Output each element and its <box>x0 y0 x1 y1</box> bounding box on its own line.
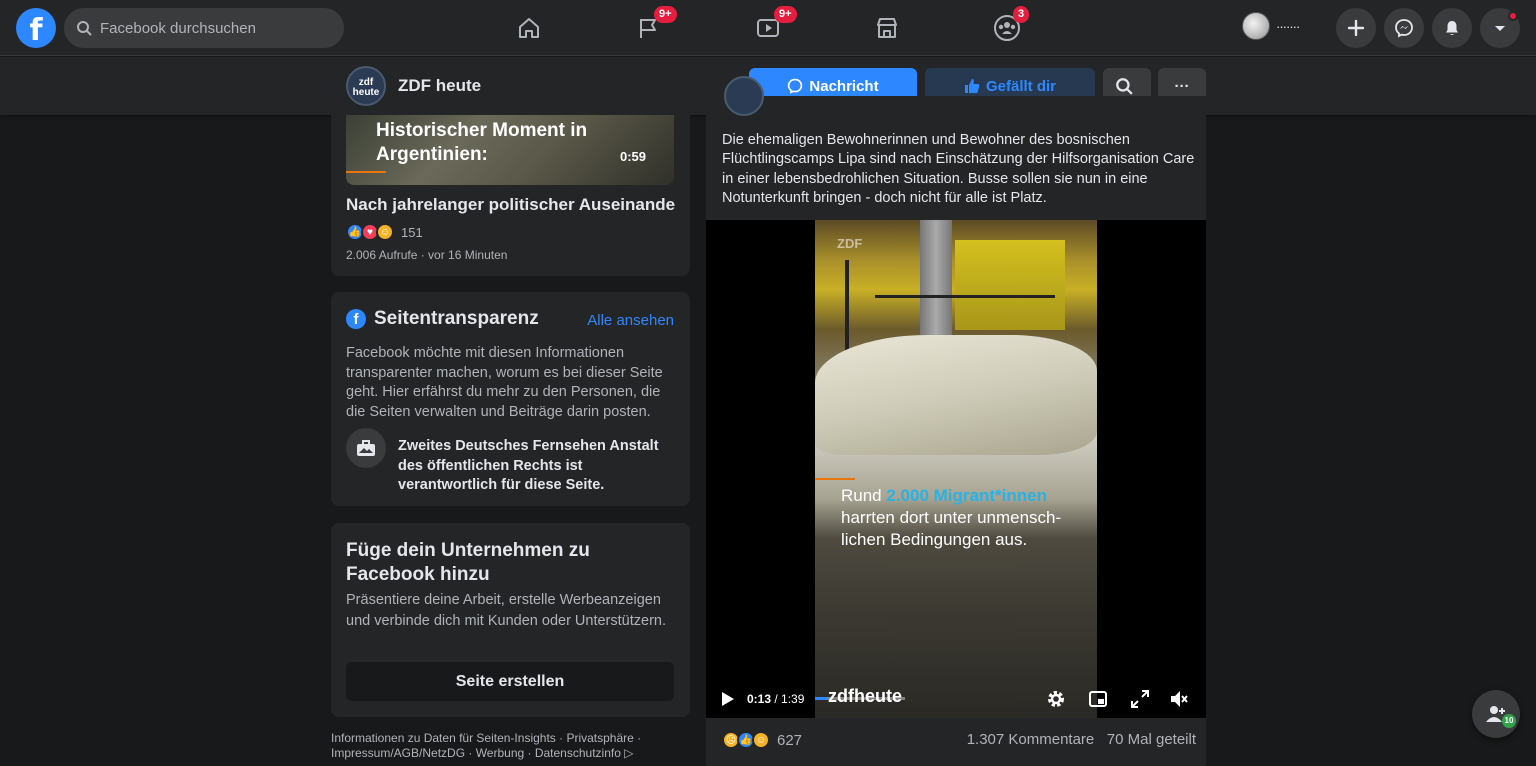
chevron-down-icon <box>1495 26 1505 31</box>
liked-button-label: Gefällt dir <box>985 77 1056 95</box>
thumbnail-title: Historischer Moment in Argentinien: <box>376 120 588 165</box>
video-duration: 0:59 <box>619 149 646 164</box>
create-page-title: Füge dein Unternehmen zu Facebook hinzu <box>346 540 590 585</box>
caption-text-1: Rund <box>841 486 887 505</box>
see-all-link[interactable]: Alle ansehen <box>587 312 674 329</box>
video-controls: 0:13 / 1:39 zdfheute <box>706 686 1206 710</box>
create-page-button[interactable]: Seite erstellen <box>346 662 674 701</box>
search-icon <box>1116 78 1133 95</box>
new-message-button[interactable]: 10 <box>1472 690 1520 738</box>
video-time: 0:13 / 1:39 <box>747 692 804 706</box>
video-scene-tarp <box>815 335 1097 455</box>
nav-pages[interactable]: 9+ <box>628 6 677 48</box>
bell-icon <box>1446 21 1458 35</box>
caption-accent-bar <box>815 478 855 480</box>
briefcase-icon <box>346 428 386 468</box>
post-footer: ☹ 👍 ☺ 627 1.307 Kommentare 70 Mal geteil… <box>722 731 1196 749</box>
plus-icon <box>1347 19 1365 37</box>
mini-player-button[interactable] <box>1087 688 1109 710</box>
avatar <box>1242 12 1270 40</box>
nav-groups[interactable]: 3 <box>987 6 1030 48</box>
shares-link[interactable]: 70 Mal geteilt <box>1107 731 1196 748</box>
video-scene-container <box>955 240 1065 330</box>
post-engagement: 1.307 Kommentare 70 Mal geteilt <box>967 731 1196 748</box>
play-button[interactable] <box>716 688 738 710</box>
create-page-description: Präsentiere deine Arbeit, erstelle Werbe… <box>346 592 666 629</box>
post: Die ehemaligen Bewohnerinnen und Bewohne… <box>706 76 1206 766</box>
messenger-button[interactable] <box>1384 8 1424 48</box>
facebook-logo-icon[interactable]: f <box>16 8 56 48</box>
picture-in-picture-icon <box>1089 691 1107 707</box>
settings-button[interactable] <box>1045 688 1067 710</box>
profile-name: ······· <box>1276 18 1300 34</box>
video-thumbnail[interactable]: Historischer Moment in Argentinien: 0:59 <box>346 115 674 185</box>
store-icon <box>877 18 897 38</box>
gear-icon <box>1048 691 1064 707</box>
notifications-button[interactable] <box>1432 8 1472 48</box>
play-icon <box>722 692 734 706</box>
post-author-avatar[interactable] <box>724 76 764 116</box>
search-input[interactable] <box>100 19 320 37</box>
create-page-card: Füge dein Unternehmen zu Facebook hinzu … <box>331 523 690 717</box>
nav-watch[interactable]: 9+ <box>748 6 797 48</box>
video-progress-fill <box>815 697 827 700</box>
message-button-label: Nachricht <box>809 77 879 95</box>
account-notification-dot <box>1508 11 1518 21</box>
thumbnail-accent-bar <box>346 171 386 173</box>
create-button[interactable] <box>1336 8 1376 48</box>
pages-badge: 9+ <box>654 6 677 23</box>
time-current: 0:13 <box>747 692 772 706</box>
messenger-icon <box>1395 19 1413 38</box>
top-navigation-bar: f 9+ 9+ 3 ······· <box>0 0 1536 56</box>
groups-badge: 3 <box>1013 6 1030 23</box>
search-box[interactable] <box>64 8 344 48</box>
transparency-title: Seitentransparenz <box>374 308 539 329</box>
fullscreen-button[interactable] <box>1129 688 1151 710</box>
more-icon: ··· <box>1174 77 1190 95</box>
facebook-icon: f <box>346 309 366 329</box>
zdf-watermark: ZDF <box>837 236 863 251</box>
fullscreen-icon <box>1131 690 1149 708</box>
video-frame: ZDF Rund 2.000 Migrant*innen harrten dor… <box>815 220 1097 718</box>
video-player[interactable]: ZDF Rund 2.000 Migrant*innen harrten dor… <box>706 220 1206 718</box>
video-card[interactable]: Historischer Moment in Argentinien: 0:59… <box>331 115 690 276</box>
caption-text-2: harrten dort unter unmensch-lichen Bedin… <box>841 508 1062 549</box>
search-icon <box>77 21 92 36</box>
home-icon <box>519 18 539 38</box>
reaction-count: 151 <box>401 224 423 240</box>
profile-link[interactable]: ······· <box>1242 12 1300 40</box>
watch-badge: 9+ <box>774 6 797 23</box>
care-reaction-icon: ☺ <box>376 223 394 241</box>
video-meta: 2.006 Aufrufe · vor 16 Minuten <box>346 248 508 262</box>
video-reactions[interactable]: 👍 ♥ ☺ 151 <box>346 223 423 241</box>
caption-highlight: 2.000 Migrant*innen <box>886 486 1047 505</box>
page-avatar[interactable]: zdf heute <box>346 66 386 106</box>
thumbs-up-icon <box>964 79 980 93</box>
responsible-organization: Zweites Deutsches Fernsehen Anstalt des … <box>398 438 659 493</box>
mute-button[interactable] <box>1168 688 1190 710</box>
nav-home[interactable] <box>509 8 549 48</box>
video-scene-bedframe-bar <box>875 295 1055 298</box>
nav-marketplace[interactable] <box>867 8 907 48</box>
video-title[interactable]: Nach jahrelanger politischer Auseinande.… <box>346 195 676 215</box>
post-text: Die ehemaligen Bewohnerinnen und Bewohne… <box>722 132 1195 206</box>
zdfheute-brand: zdfheute <box>828 686 902 706</box>
time-total: / 1:39 <box>774 692 805 706</box>
post-reaction-count[interactable]: 627 <box>777 732 802 749</box>
video-caption: Rund 2.000 Migrant*innen harrten dort un… <box>841 485 1091 551</box>
footer-links[interactable]: Informationen zu Daten für Seiten-Insigh… <box>331 731 690 761</box>
care-reaction-icon: ☺ <box>752 731 770 749</box>
page-transparency-card: f Seitentransparenz Alle ansehen Faceboo… <box>331 292 690 506</box>
volume-muted-icon <box>1171 691 1188 707</box>
page-title[interactable]: ZDF heute <box>398 76 481 96</box>
comments-link[interactable]: 1.307 Kommentare <box>967 731 1095 748</box>
contacts-count-badge: 10 <box>1502 714 1516 728</box>
transparency-description: Facebook möchte mit diesen Informationen… <box>346 345 663 420</box>
messenger-icon <box>788 78 803 94</box>
